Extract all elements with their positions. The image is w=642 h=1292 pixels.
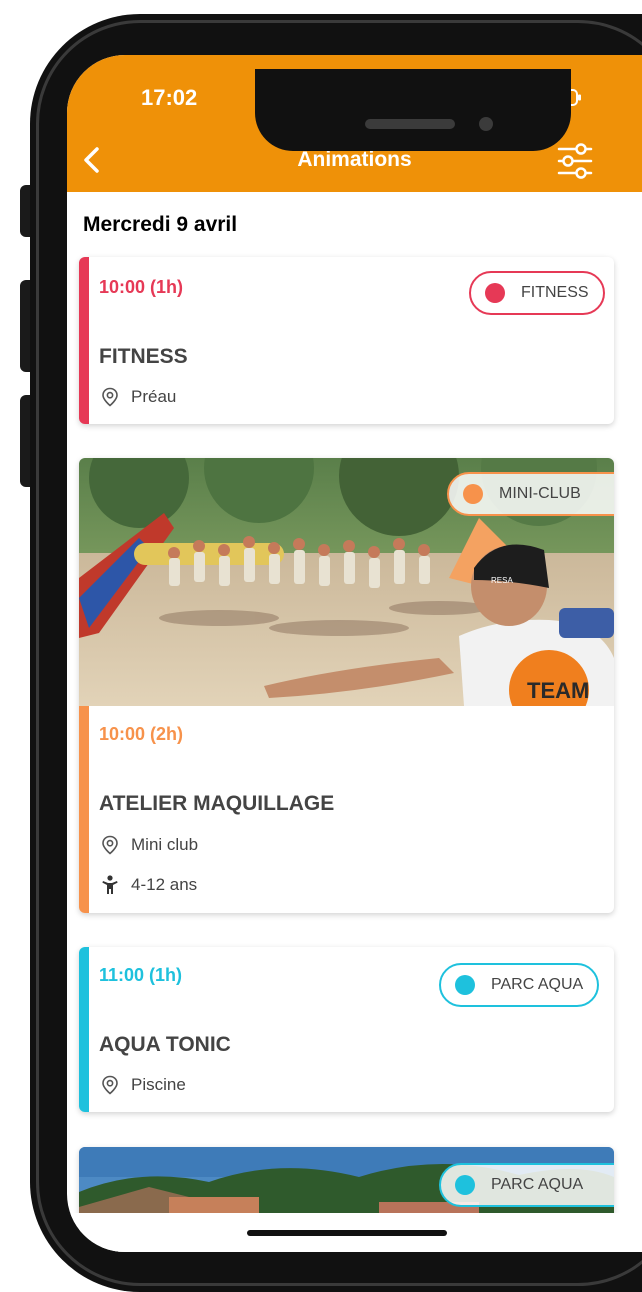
category-dot xyxy=(463,484,483,504)
category-label: PARC AQUA xyxy=(491,976,584,993)
event-location: Piscine xyxy=(101,1075,186,1095)
event-location: Mini club xyxy=(101,835,198,855)
child-icon xyxy=(102,875,118,894)
event-card-atelier-maquillage[interactable]: TEAM RESA MINI-CLUB 10:00 (2h) ATELIER M… xyxy=(79,458,614,913)
event-card-fitness[interactable]: 10:00 (1h) FITNESS FITNESS Préau xyxy=(79,257,614,424)
svg-text:TEAM: TEAM xyxy=(527,678,589,703)
filter-icon[interactable] xyxy=(555,141,595,181)
event-title: AQUA TONIC xyxy=(99,1033,231,1056)
event-color-bar xyxy=(79,706,89,913)
event-title: FITNESS xyxy=(99,345,188,368)
status-time: 17:02 xyxy=(141,85,198,110)
phone-notch xyxy=(255,69,571,151)
svg-text:RESA: RESA xyxy=(491,576,513,585)
event-title: ATELIER MAQUILLAGE xyxy=(99,792,335,815)
front-camera xyxy=(479,117,493,131)
category-badge[interactable]: MINI-CLUB xyxy=(447,472,614,516)
event-time: 11:00 (1h) xyxy=(99,965,183,985)
home-indicator[interactable] xyxy=(247,1230,447,1236)
event-location-text: Piscine xyxy=(131,1075,186,1094)
location-pin-icon xyxy=(102,387,118,407)
category-dot xyxy=(455,1175,475,1195)
event-time: 10:00 (2h) xyxy=(99,724,184,744)
event-time: 10:00 (1h) xyxy=(99,277,184,297)
category-badge[interactable]: PARC AQUA xyxy=(439,1163,614,1207)
event-location: Préau xyxy=(101,387,176,407)
location-pin-icon xyxy=(102,835,118,855)
category-label: PARC AQUA xyxy=(491,1176,584,1193)
phone-screen: 17:02 Animations Mercredi 9 avril 10:00 … xyxy=(67,55,642,1252)
location-pin-icon xyxy=(102,1075,118,1095)
event-age-range: 4-12 ans xyxy=(101,875,197,895)
category-dot xyxy=(455,975,475,995)
category-label: FITNESS xyxy=(521,284,589,301)
event-card-aqua-tonic[interactable]: 11:00 (1h) PARC AQUA AQUA TONIC Piscine xyxy=(79,947,614,1112)
event-location-text: Préau xyxy=(131,387,177,406)
speaker-grille xyxy=(365,119,455,129)
category-label: MINI-CLUB xyxy=(499,485,581,502)
event-location-text: Mini club xyxy=(131,835,199,854)
category-badge[interactable]: FITNESS xyxy=(469,271,605,315)
event-color-bar xyxy=(79,947,89,1112)
category-badge[interactable]: PARC AQUA xyxy=(439,963,600,1007)
event-age-text: 4-12 ans xyxy=(131,875,198,894)
category-dot xyxy=(485,283,505,303)
event-color-bar xyxy=(79,257,89,424)
date-heading: Mercredi 9 avril xyxy=(83,213,238,236)
